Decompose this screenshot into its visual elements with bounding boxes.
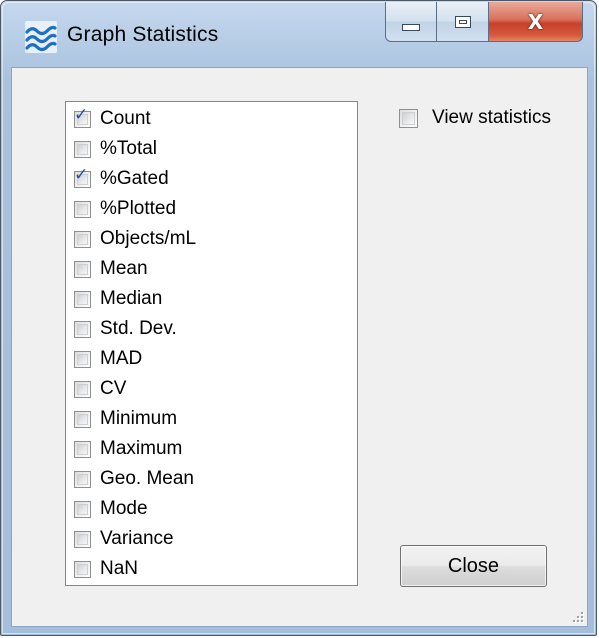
statistic-item-maximum[interactable]: ✓ Maximum — [74, 434, 182, 464]
statistic-label: Minimum — [100, 408, 178, 429]
statistic-item-median[interactable]: ✓ Median — [74, 284, 162, 314]
statistic-label: Count — [100, 108, 151, 129]
minimize-icon — [402, 24, 420, 31]
statistic-item-mode[interactable]: ✓ Mode — [74, 494, 148, 524]
statistic-checkbox[interactable]: ✓ — [74, 320, 91, 338]
statistic-item-plotted[interactable]: ✓ %Plotted — [74, 194, 176, 224]
resize-grip-icon[interactable] — [572, 611, 584, 623]
statistic-label: Objects/mL — [100, 228, 197, 249]
statistic-checkbox[interactable]: ✓ — [74, 440, 91, 458]
minimize-button[interactable] — [385, 2, 437, 42]
statistic-checkbox[interactable]: ✓ — [74, 140, 91, 158]
close-button[interactable]: Close — [400, 545, 547, 587]
close-icon: X — [527, 9, 544, 34]
view-statistics-label: View statistics — [432, 107, 551, 128]
statistic-checkbox[interactable]: ✓ — [74, 290, 91, 308]
window-title: Graph Statistics — [67, 23, 219, 46]
statistic-item-total[interactable]: ✓ %Total — [74, 134, 157, 164]
statistic-item-geo-mean[interactable]: ✓ Geo. Mean — [74, 464, 194, 494]
statistic-checkbox[interactable]: ✓ — [74, 560, 91, 578]
statistic-checkbox[interactable]: ✓ — [74, 410, 91, 428]
statistic-checkbox[interactable]: ✓ — [74, 166, 91, 188]
statistic-item-cv[interactable]: ✓ CV — [74, 374, 126, 404]
caption-buttons: X — [385, 2, 583, 42]
close-window-button[interactable]: X — [489, 2, 583, 42]
statistic-item-mean[interactable]: ✓ Mean — [74, 254, 148, 284]
statistic-checkbox[interactable]: ✓ — [74, 106, 91, 128]
statistic-label: NaN — [100, 558, 139, 579]
statistic-checkbox[interactable]: ✓ — [74, 380, 91, 398]
statistic-checkbox[interactable]: ✓ — [74, 230, 91, 248]
statistic-checkbox[interactable]: ✓ — [74, 350, 91, 368]
statistic-item-count[interactable]: ✓ Count — [74, 104, 151, 134]
maximize-button[interactable] — [437, 2, 489, 42]
wave-icon — [25, 21, 57, 53]
statistic-label: Mode — [100, 498, 148, 519]
statistic-checkbox[interactable]: ✓ — [74, 500, 91, 518]
statistic-checkbox[interactable]: ✓ — [74, 200, 91, 218]
statistic-label: Maximum — [100, 438, 183, 459]
statistic-label: Median — [100, 288, 163, 309]
checkmark-icon: ✓ — [74, 104, 89, 125]
statistic-label: %Gated — [100, 168, 169, 189]
statistic-label: %Plotted — [100, 198, 177, 219]
maximize-icon — [454, 15, 471, 28]
view-statistics-option[interactable]: ✓ View statistics — [399, 107, 551, 129]
statistic-item-objects-per-ml[interactable]: ✓ Objects/mL — [74, 224, 196, 254]
statistic-label: MAD — [100, 348, 143, 369]
statistic-item-std-dev[interactable]: ✓ Std. Dev. — [74, 314, 177, 344]
statistic-checkbox[interactable]: ✓ — [74, 260, 91, 278]
statistic-label: Geo. Mean — [100, 468, 194, 489]
statistic-checkbox[interactable]: ✓ — [74, 530, 91, 548]
statistic-item-minimum[interactable]: ✓ Minimum — [74, 404, 177, 434]
statistic-item-mad[interactable]: ✓ MAD — [74, 344, 142, 374]
graph-statistics-window: Graph Statistics X ✓ Count ✓ %Total — [0, 0, 597, 636]
statistic-item-gated[interactable]: ✓ %Gated — [74, 164, 169, 194]
statistic-checkbox[interactable]: ✓ — [74, 470, 91, 488]
statistics-checklist[interactable]: ✓ Count ✓ %Total ✓ %Gated ✓ %Plotted ✓ O… — [65, 101, 358, 586]
title-bar[interactable]: Graph Statistics X — [1, 1, 596, 73]
statistic-item-variance[interactable]: ✓ Variance — [74, 524, 174, 554]
statistic-item-nan[interactable]: ✓ NaN — [74, 554, 138, 584]
statistic-label: Mean — [100, 258, 148, 279]
view-statistics-checkbox[interactable]: ✓ — [399, 108, 418, 128]
statistic-label: CV — [100, 378, 127, 399]
statistic-label: %Total — [100, 138, 158, 159]
checkmark-icon: ✓ — [74, 164, 89, 185]
client-area: ✓ Count ✓ %Total ✓ %Gated ✓ %Plotted ✓ O… — [11, 67, 588, 627]
statistic-label: Std. Dev. — [100, 318, 177, 339]
statistic-label: Variance — [100, 528, 174, 549]
